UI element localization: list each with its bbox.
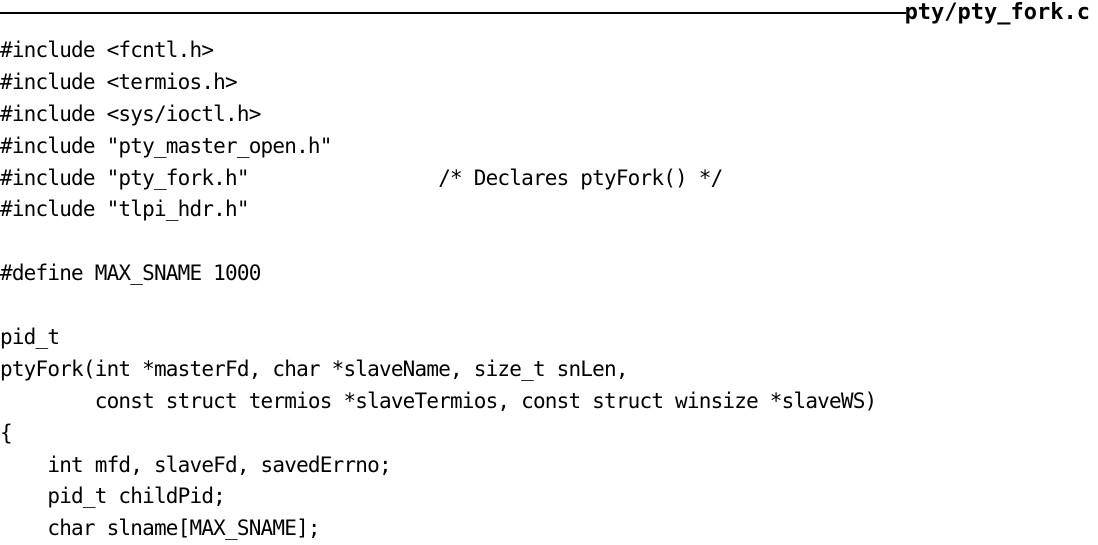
code-line: char slname[MAX_SNAME]; [0, 516, 320, 541]
code-line: ptyFork(int *masterFd, char *slaveName, … [0, 356, 628, 381]
code-line: #include <sys/ioctl.h> [0, 101, 261, 126]
code-line: { [0, 420, 13, 445]
code-line: #include "pty_master_open.h" [0, 133, 332, 158]
listing-filename: pty/pty_fork.c [904, 0, 1090, 25]
code-listing: #include <fcntl.h> #include <termios.h> … [0, 35, 1098, 545]
code-line: pid_t [0, 325, 60, 350]
code-line: #define MAX_SNAME 1000 [0, 261, 261, 286]
code-line: #include <termios.h> [0, 69, 238, 94]
code-line: #include <fcntl.h> [0, 38, 214, 62]
header-rule [0, 12, 906, 14]
code-line: const struct termios *slaveTermios, cons… [0, 388, 877, 413]
code-line: #include "pty_fork.h" /* Declares ptyFor… [0, 165, 723, 190]
code-line: #include "tlpi_hdr.h" [0, 197, 250, 222]
code-line: pid_t childPid; [0, 484, 226, 509]
code-line: int mfd, slaveFd, savedErrno; [0, 452, 391, 477]
listing-header: pty/pty_fork.c [0, 0, 1098, 30]
